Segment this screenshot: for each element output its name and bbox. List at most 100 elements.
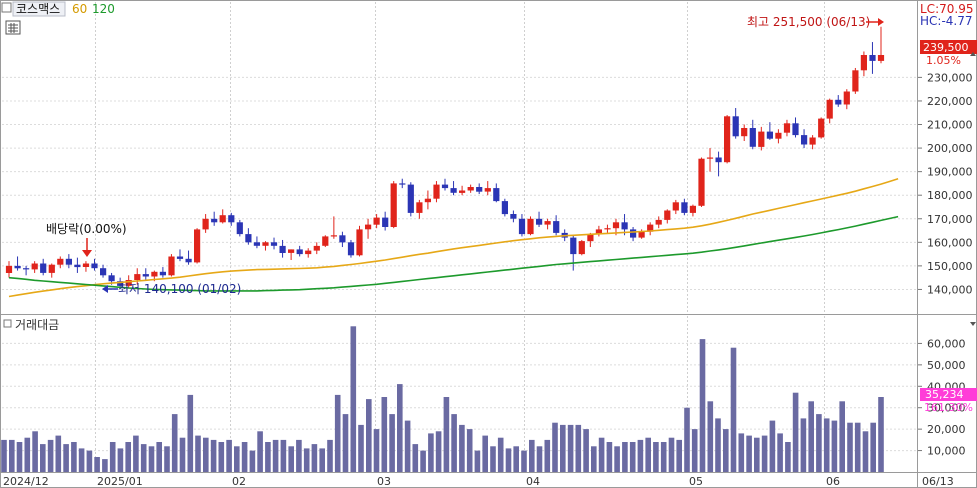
date-tick-label: 04	[526, 475, 540, 488]
candle	[322, 235, 329, 248]
candle	[82, 261, 90, 272]
volume-bar	[684, 407, 690, 472]
volume-bar	[303, 448, 310, 472]
volume-bar	[210, 439, 217, 472]
candle	[305, 248, 312, 258]
volume-bar	[521, 450, 527, 472]
volume-bar	[645, 437, 651, 472]
volume-bar	[203, 437, 209, 472]
volume-bar	[839, 401, 845, 472]
volume-bar	[226, 439, 232, 472]
volume-tick-label: 50,000	[927, 359, 966, 372]
candle	[416, 199, 423, 219]
volume-bar	[164, 446, 170, 472]
scroll-down-icon[interactable]	[970, 322, 976, 326]
volume-bar	[311, 444, 318, 472]
volume-bar	[529, 439, 535, 472]
volume-bar	[792, 392, 799, 472]
volume-bar	[358, 424, 364, 472]
volume-checkbox[interactable]	[3, 319, 12, 328]
volume-bar	[653, 442, 659, 472]
volume-bar	[831, 420, 838, 472]
volume-bar	[777, 433, 783, 472]
high-annotation: 최고 251,500 (06/13)	[747, 15, 870, 29]
candle	[390, 181, 397, 229]
candle	[578, 239, 585, 256]
candle	[262, 241, 269, 251]
volume-bar	[754, 437, 760, 472]
moving-average-lines	[8, 177, 899, 298]
volume-bar	[334, 394, 341, 472]
volume-bar	[637, 439, 644, 472]
volume-bar	[715, 418, 721, 472]
volume-bar	[870, 422, 876, 472]
candle	[399, 178, 406, 189]
volume-bar	[40, 444, 46, 472]
volume-bar	[187, 394, 194, 472]
volume-bar	[466, 429, 473, 472]
candle	[826, 98, 833, 124]
volume-bar	[614, 446, 620, 472]
candle	[715, 151, 722, 177]
price-tick-label: 200,000	[927, 142, 973, 155]
chart-canvas: 140,000 150,000 160,000 170,000 180,000 190,0…	[0, 0, 977, 488]
vertical-gridlines	[95, 2, 825, 472]
candle	[510, 210, 517, 223]
candle	[604, 224, 611, 233]
candle	[630, 227, 637, 242]
volume-bar	[575, 424, 582, 472]
volume-bar	[497, 437, 504, 472]
symbol-checkbox[interactable]	[1, 2, 12, 13]
price-tick-label: 230,000	[927, 71, 973, 84]
candle	[339, 231, 346, 248]
volume-bar	[179, 437, 186, 472]
candle	[467, 184, 474, 193]
candle	[527, 216, 534, 236]
candle	[655, 216, 662, 229]
candle	[347, 239, 355, 258]
volume-bar	[420, 450, 426, 472]
candle	[459, 185, 466, 196]
volume-bar	[241, 442, 248, 472]
volume-bar	[482, 435, 488, 472]
candle	[570, 235, 577, 271]
volume-bar	[591, 446, 597, 472]
candle	[185, 250, 192, 265]
candle	[792, 117, 799, 138]
volume-bar	[156, 442, 162, 472]
candle	[732, 108, 739, 139]
symbol-name: 코스맥스	[16, 2, 60, 16]
date-tick-label: 2024/12	[3, 475, 49, 488]
candle	[818, 117, 825, 139]
calculator-icon[interactable]	[5, 20, 21, 35]
candle	[801, 129, 808, 149]
volume-bar	[606, 442, 613, 472]
candle	[544, 218, 551, 230]
volume-bar	[102, 459, 108, 472]
price-axis: 140,000 150,000 160,000 170,000 180,000 190,0…	[918, 71, 973, 296]
candle	[553, 215, 560, 236]
volume-tick-label: 60,000	[927, 337, 966, 350]
candle	[373, 214, 380, 229]
candle	[176, 249, 184, 262]
candle	[595, 225, 602, 237]
candle	[809, 135, 816, 150]
price-tick-label: 170,000	[927, 213, 973, 226]
candle	[518, 214, 526, 237]
hc-indicator: HC:-4.77	[920, 14, 973, 28]
volume-bar	[746, 435, 752, 472]
candle	[672, 199, 679, 215]
volume-bar	[265, 442, 271, 472]
candle	[501, 198, 508, 217]
volume-bar	[552, 422, 558, 472]
volume-bar	[55, 435, 62, 472]
candle	[91, 258, 98, 271]
volume-bar	[536, 446, 543, 472]
price-tick-label: 210,000	[927, 119, 973, 132]
volume-bar	[350, 326, 357, 472]
candle	[288, 249, 295, 260]
candle	[40, 258, 47, 276]
volume-bar	[769, 420, 776, 472]
candle	[424, 190, 431, 210]
dividend-annotation: 배당락(0.00%)	[46, 222, 127, 236]
